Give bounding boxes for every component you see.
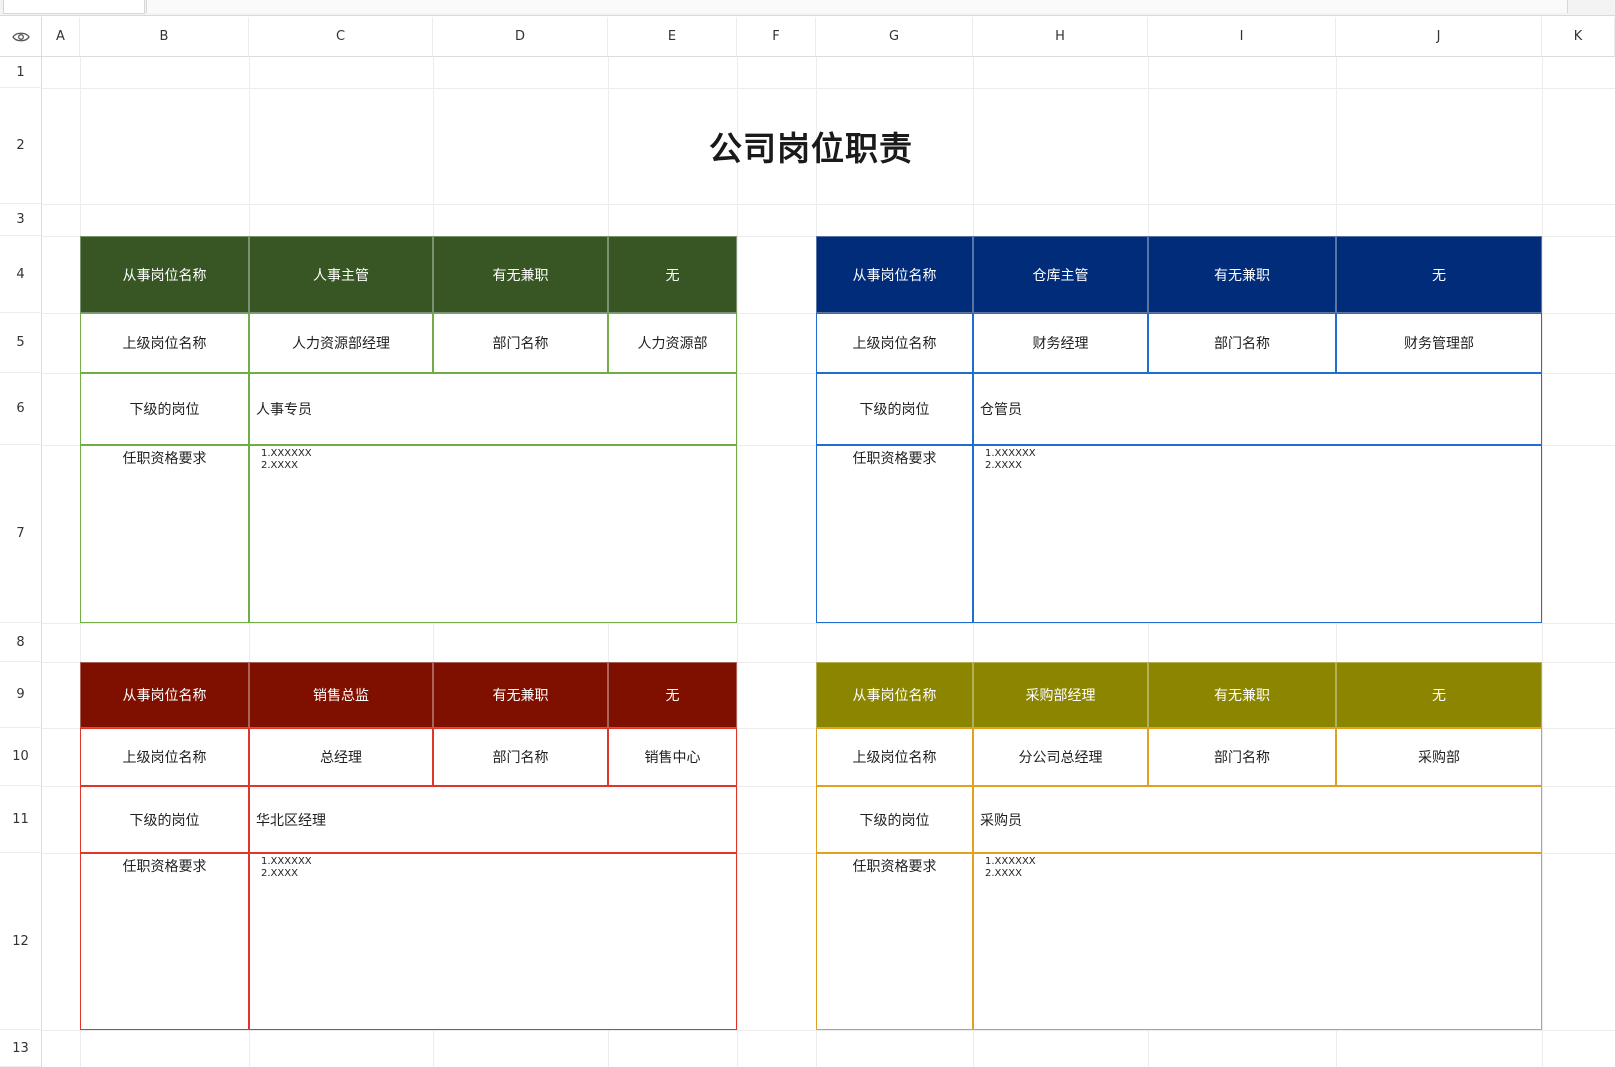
grid-line — [42, 623, 1615, 624]
eye-icon[interactable] — [11, 31, 30, 43]
superior-label-cell[interactable]: 上级岗位名称 — [80, 728, 249, 786]
requirements-value-cell-text: 1.XXXXXX 2.XXXX — [985, 448, 1036, 471]
column-header-d[interactable]: D — [433, 17, 608, 57]
position-value-cell[interactable]: 人事主管 — [249, 236, 433, 313]
parttime-value-cell[interactable]: 无 — [608, 662, 737, 728]
row-header-13[interactable]: 13 — [0, 1030, 42, 1067]
row-header-4[interactable]: 4 — [0, 236, 42, 313]
parttime-value-cell[interactable]: 无 — [1336, 662, 1542, 728]
grid-line — [737, 57, 738, 1067]
position-label-cell[interactable]: 从事岗位名称 — [80, 236, 249, 313]
subordinate-value-cell[interactable]: 人事专员 — [249, 373, 737, 445]
select-all-corner[interactable] — [0, 17, 42, 57]
position-label-cell[interactable]: 从事岗位名称 — [80, 662, 249, 728]
position-value-cell[interactable]: 采购部经理 — [973, 662, 1148, 728]
requirements-value-cell-text: 1.XXXXXX 2.XXXX — [985, 856, 1036, 879]
row-header-10[interactable]: 10 — [0, 728, 42, 786]
superior-value-cell[interactable]: 总经理 — [249, 728, 433, 786]
column-header-c[interactable]: C — [249, 17, 433, 57]
superior-value-cell[interactable]: 人力资源部经理 — [249, 313, 433, 373]
dept-label-cell[interactable]: 部门名称 — [433, 313, 608, 373]
subordinate-value-cell[interactable]: 仓管员 — [973, 373, 1542, 445]
requirements-label-cell[interactable]: 任职资格要求 — [80, 853, 249, 1030]
position-value-cell[interactable]: 销售总监 — [249, 662, 433, 728]
superior-label-cell[interactable]: 上级岗位名称 — [816, 728, 973, 786]
row-header-11[interactable]: 11 — [0, 786, 42, 853]
row-header-5[interactable]: 5 — [0, 313, 42, 373]
superior-value-cell[interactable]: 财务经理 — [973, 313, 1148, 373]
dept-label-cell[interactable]: 部门名称 — [433, 728, 608, 786]
column-header-i[interactable]: I — [1148, 17, 1336, 57]
formula-bar-area — [0, 0, 1615, 16]
column-header-h[interactable]: H — [973, 17, 1148, 57]
name-box[interactable] — [3, 0, 145, 14]
subordinate-label-cell[interactable]: 下级的岗位 — [80, 373, 249, 445]
subordinate-value-cell[interactable]: 采购员 — [973, 786, 1542, 853]
dept-label-cell[interactable]: 部门名称 — [1148, 728, 1336, 786]
requirements-value-cell[interactable]: 1.XXXXXX 2.XXXX — [249, 445, 737, 623]
parttime-label-cell[interactable]: 有无兼职 — [433, 662, 608, 728]
row-header-9[interactable]: 9 — [0, 662, 42, 728]
row-header-12[interactable]: 12 — [0, 853, 42, 1030]
dept-value-cell[interactable]: 销售中心 — [608, 728, 737, 786]
requirements-value-cell-text: 1.XXXXXX 2.XXXX — [261, 856, 312, 879]
row-header-7[interactable]: 7 — [0, 445, 42, 623]
superior-label-cell[interactable]: 上级岗位名称 — [816, 313, 973, 373]
grid-line — [42, 204, 1615, 205]
requirements-value-cell-text: 1.XXXXXX 2.XXXX — [261, 448, 312, 471]
column-header-j[interactable]: J — [1336, 17, 1542, 57]
dept-label-cell[interactable]: 部门名称 — [1148, 313, 1336, 373]
row-header-6[interactable]: 6 — [0, 373, 42, 445]
row-header-3[interactable]: 3 — [0, 204, 42, 236]
subordinate-value-cell[interactable]: 华北区经理 — [249, 786, 737, 853]
requirements-label-cell[interactable]: 任职资格要求 — [80, 445, 249, 623]
dept-value-cell[interactable]: 人力资源部 — [608, 313, 737, 373]
requirements-label-cell[interactable]: 任职资格要求 — [816, 853, 973, 1030]
requirements-value-cell[interactable]: 1.XXXXXX 2.XXXX — [249, 853, 737, 1030]
column-header-e[interactable]: E — [608, 17, 737, 57]
position-label-cell[interactable]: 从事岗位名称 — [816, 236, 973, 313]
superior-label-cell[interactable]: 上级岗位名称 — [80, 313, 249, 373]
parttime-label-cell[interactable]: 有无兼职 — [1148, 662, 1336, 728]
position-label-cell[interactable]: 从事岗位名称 — [816, 662, 973, 728]
sheet-title[interactable]: 公司岗位职责 — [80, 88, 1542, 204]
column-header-k[interactable]: K — [1542, 17, 1615, 57]
row-header-2[interactable]: 2 — [0, 88, 42, 204]
column-header-b[interactable]: B — [80, 17, 249, 57]
subordinate-label-cell[interactable]: 下级的岗位 — [816, 373, 973, 445]
parttime-value-cell[interactable]: 无 — [1336, 236, 1542, 313]
grid-line — [1542, 57, 1543, 1067]
parttime-label-cell[interactable]: 有无兼职 — [433, 236, 608, 313]
dept-value-cell[interactable]: 采购部 — [1336, 728, 1542, 786]
subordinate-label-cell[interactable]: 下级的岗位 — [816, 786, 973, 853]
row-header-8[interactable]: 8 — [0, 623, 42, 662]
requirements-label-cell[interactable]: 任职资格要求 — [816, 445, 973, 623]
row-header-1[interactable]: 1 — [0, 57, 42, 88]
grid-line — [42, 1030, 1615, 1031]
parttime-value-cell[interactable]: 无 — [608, 236, 737, 313]
requirements-value-cell[interactable]: 1.XXXXXX 2.XXXX — [973, 445, 1542, 623]
dept-value-cell[interactable]: 财务管理部 — [1336, 313, 1542, 373]
formula-input[interactable] — [146, 0, 1568, 13]
column-header-a[interactable]: A — [42, 17, 80, 57]
parttime-label-cell[interactable]: 有无兼职 — [1148, 236, 1336, 313]
superior-value-cell[interactable]: 分公司总经理 — [973, 728, 1148, 786]
column-header-g[interactable]: G — [816, 17, 973, 57]
position-value-cell[interactable]: 仓库主管 — [973, 236, 1148, 313]
requirements-value-cell[interactable]: 1.XXXXXX 2.XXXX — [973, 853, 1542, 1030]
column-header-f[interactable]: F — [737, 17, 816, 57]
subordinate-label-cell[interactable]: 下级的岗位 — [80, 786, 249, 853]
